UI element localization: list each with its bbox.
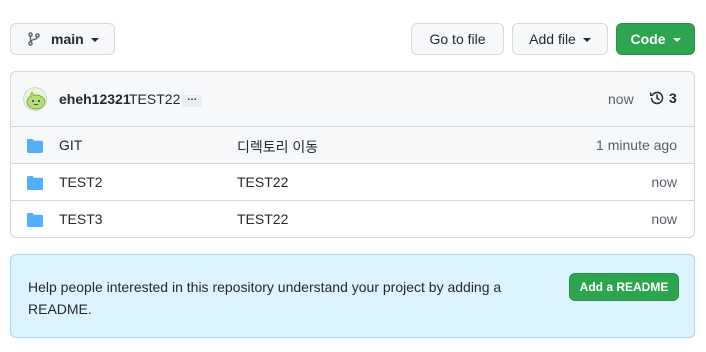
- latest-commit-row: eheh12321 TEST22 … now 3: [11, 72, 694, 127]
- commit-count: 3: [669, 90, 677, 106]
- folder-icon: [27, 176, 43, 190]
- add-readme-label: Add a README: [579, 280, 669, 294]
- avatar-image: [26, 91, 46, 110]
- commit-time: now: [608, 91, 634, 107]
- go-to-file-label: Go to file: [429, 31, 486, 47]
- chevron-down-icon: [90, 38, 99, 42]
- code-button[interactable]: Code: [616, 23, 695, 55]
- file-commit-link[interactable]: TEST22: [237, 211, 288, 227]
- commit-message-link[interactable]: TEST22: [129, 91, 180, 107]
- file-time: now: [651, 174, 677, 190]
- add-file-button[interactable]: Add file: [512, 23, 608, 55]
- file-commit-link[interactable]: 디렉토리 이동: [237, 137, 318, 157]
- file-name-link[interactable]: GIT: [59, 137, 82, 153]
- file-name-link[interactable]: TEST3: [59, 211, 103, 227]
- file-browser: eheh12321 TEST22 … now 3 GIT 디렉토리 이동 1 m…: [10, 71, 695, 238]
- commit-history-link[interactable]: 3: [649, 90, 677, 106]
- code-label: Code: [630, 31, 666, 47]
- readme-prompt: Help people interested in this repositor…: [10, 254, 695, 338]
- file-commit-link[interactable]: TEST22: [237, 174, 288, 190]
- add-readme-button[interactable]: Add a README: [569, 273, 679, 301]
- history-icon: [649, 91, 664, 105]
- readme-prompt-text: Help people interested in this repositor…: [28, 279, 502, 317]
- git-branch-icon: [28, 32, 40, 46]
- go-to-file-button[interactable]: Go to file: [411, 23, 504, 55]
- file-row[interactable]: TEST2 TEST22 now: [11, 164, 694, 201]
- folder-icon: [27, 213, 43, 227]
- branch-select-button[interactable]: main: [10, 23, 115, 55]
- avatar[interactable]: [23, 87, 47, 111]
- chevron-down-icon: [582, 38, 591, 42]
- branch-label: main: [51, 31, 84, 47]
- add-file-label: Add file: [529, 31, 576, 47]
- file-time: now: [651, 211, 677, 227]
- chevron-down-icon: [672, 38, 681, 42]
- file-time: 1 minute ago: [596, 137, 677, 153]
- file-row[interactable]: TEST3 TEST22 now: [11, 201, 694, 237]
- file-name-link[interactable]: TEST2: [59, 174, 103, 190]
- file-row[interactable]: GIT 디렉토리 이동 1 minute ago: [11, 127, 694, 164]
- commit-author-link[interactable]: eheh12321: [59, 91, 131, 107]
- folder-icon: [27, 139, 43, 153]
- expand-commit-button[interactable]: …: [182, 93, 202, 107]
